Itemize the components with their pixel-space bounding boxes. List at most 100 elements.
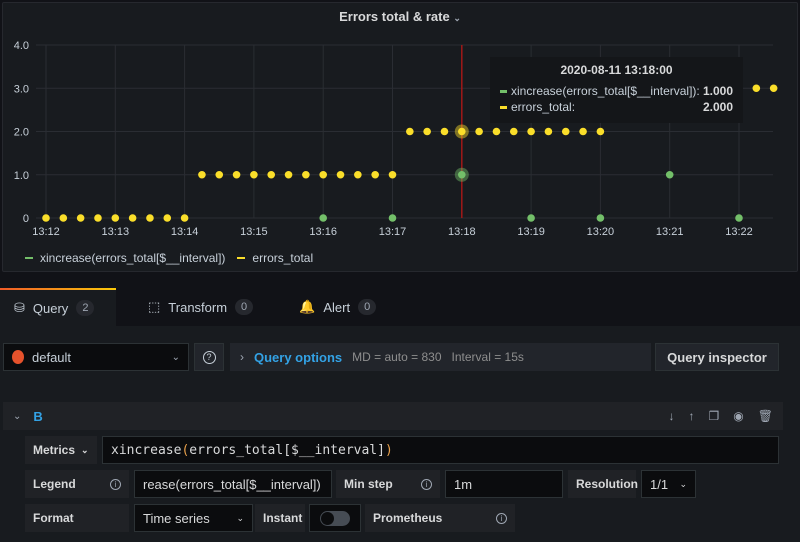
data-point [406,127,414,136]
data-point [111,214,120,222]
x-tick-label: 13:14 [171,226,199,238]
data-point [561,127,570,136]
data-point [665,170,674,179]
info-icon[interactable]: i [496,512,507,524]
data-point [180,214,189,222]
tooltip-time: 2020-08-11 13:18:00 [560,63,673,77]
query-inspector-button[interactable]: Query inspector [655,343,779,371]
min-step-label: Min step i [336,470,440,498]
x-tick-label: 13:22 [725,226,753,238]
bell-icon: 🔔 [299,299,316,314]
y-tick-label: 3.0 [14,83,29,95]
tooltip-row: xincrease(errors_total[$__interval]): 1.0… [500,83,733,99]
prometheus-logo-icon [12,350,24,364]
metrics-input[interactable]: xincrease(errors_total[$__interval]) [102,436,779,464]
format-select[interactable]: Time series ⌄ [134,504,253,532]
chevron-down-icon: ⌄ [81,444,89,455]
legend-label: Legend i [25,470,129,498]
x-tick-label: 13:20 [587,226,615,238]
help-button[interactable]: ? [194,343,224,371]
y-tick-label: 2.0 [14,127,29,139]
info-icon[interactable]: i [421,478,432,490]
move-down-icon[interactable]: ↓ [669,409,675,423]
datasource-picker[interactable]: default ⌄ [3,343,189,371]
query-options[interactable]: › Query options MD = auto = 830 Interval = … [230,343,651,371]
resolution-select[interactable]: 1/1 ⌄ [641,470,696,498]
move-up-icon[interactable]: ↑ [689,409,695,423]
data-point [198,170,206,179]
y-tick-label: 0 [23,213,29,225]
data-point [163,214,172,222]
x-tick-label: 13:12 [32,226,60,238]
data-point [752,84,761,93]
legend-item[interactable]: xincrease(errors_total[$__interval]) [25,251,225,265]
chevron-right-icon: › [240,350,244,364]
copy-icon[interactable]: ❐ [709,409,720,423]
x-tick-label: 13:21 [656,226,684,238]
data-point [492,127,501,136]
query-editor: default ⌄ ? › Query options MD = auto = 830… [0,326,800,542]
x-tick-label: 13:18 [448,226,476,238]
data-point [371,170,379,179]
legend-item[interactable]: errors_total [237,251,313,265]
editor-tabs: ⛁ Query 2 ⬚ Transform 0 🔔 Alert 0 [0,288,800,326]
instant-toggle-box [309,504,361,532]
transform-icon: ⬚ [148,299,161,314]
data-point [59,214,68,222]
data-point [146,214,154,222]
query-ref[interactable]: B [33,409,42,424]
data-point [42,214,50,222]
tooltip-row: errors_total: 2.000 [500,99,733,115]
tab-query[interactable]: ⛁ Query 2 [0,288,116,326]
data-point [527,214,535,222]
x-tick-label: 13:15 [240,226,268,238]
tooltip: 2020-08-11 13:18:00 xincrease(errors_tot… [490,57,743,123]
data-point [319,170,328,179]
data-point [388,214,397,222]
chevron-down-icon: ⌄ [171,351,180,363]
y-tick-label: 1.0 [14,170,29,182]
y-tick-label: 4.0 [14,40,29,52]
data-point [527,127,535,136]
data-point [440,127,449,136]
trash-icon[interactable]: 🗑 [758,409,773,423]
question-icon: ? [202,350,216,364]
data-point [232,170,241,179]
data-point [284,170,293,179]
collapse-icon[interactable]: ⌄ [13,411,21,422]
data-point [579,127,587,136]
legend-input[interactable]: rease(errors_total[$__interval]) [134,470,332,498]
legend: xincrease(errors_total[$__interval]) err… [25,251,313,265]
query-row-header: ⌄ B ↓ ↑ ❐ ◉ 🗑 [3,402,783,430]
x-tick-label: 13:17 [379,226,407,238]
data-point [302,170,310,179]
data-point [423,127,431,136]
resolution-label: Resolution [568,470,638,498]
tab-alert[interactable]: 🔔 Alert 0 [285,288,390,326]
chart[interactable]: 0 1.0 2.0 3.0 4.0 13:12 13:13 13:14 13:15 13:16 13… [1,1,797,246]
min-step-input[interactable]: 1m [445,470,563,498]
data-point [509,127,518,136]
data-point [596,127,605,136]
data-point [544,127,553,136]
x-tick-label: 13:16 [309,226,337,238]
data-point [769,84,778,93]
tab-transform[interactable]: ⬚ Transform 0 [134,288,267,326]
chevron-down-icon: ⌄ [679,478,687,489]
database-icon: ⛁ [14,300,25,315]
prometheus-label: Prometheus i [365,504,515,532]
eye-icon[interactable]: ◉ [733,409,743,423]
metrics-label[interactable]: Metrics ⌄ [25,436,97,464]
data-point [354,170,362,179]
instant-toggle[interactable] [320,510,350,526]
format-label: Format [25,504,129,532]
data-point [475,127,483,136]
instant-label: Instant [255,504,305,532]
info-icon[interactable]: i [110,478,121,490]
data-point [215,170,224,179]
data-point [76,214,85,222]
data-point [267,170,276,179]
data-point [735,214,743,222]
data-point [94,214,102,222]
x-tick-label: 13:19 [517,226,545,238]
